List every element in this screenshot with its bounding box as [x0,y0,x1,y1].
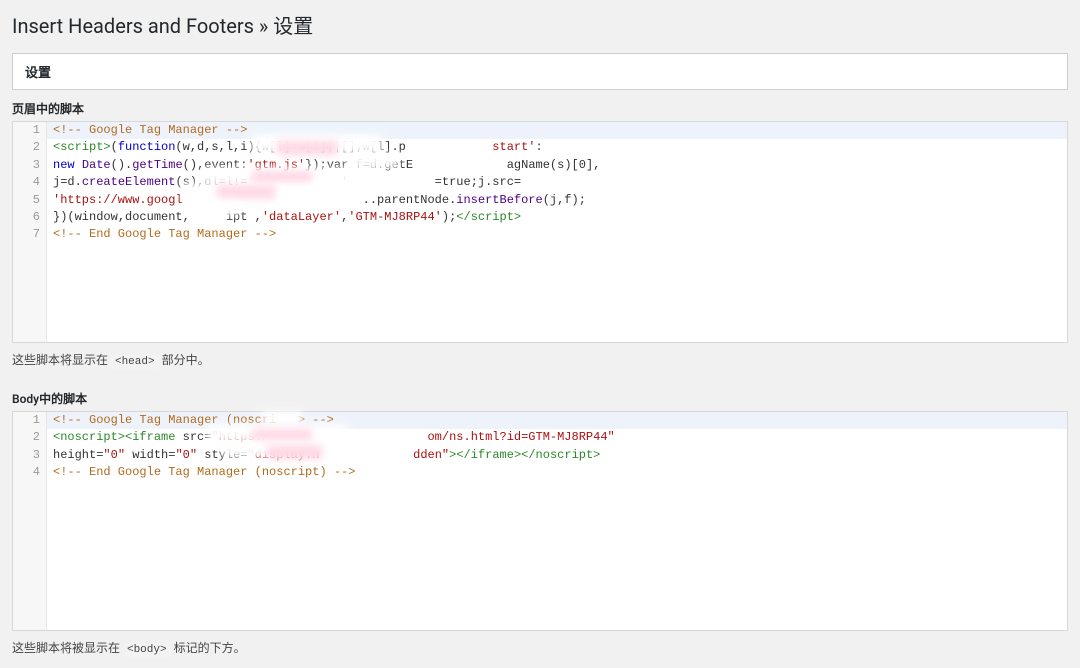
code-content[interactable]: 'https://www.googl ..parentNode.insertBe… [47,192,592,209]
line-number: 6 [13,209,47,226]
head-tag-code: <head> [111,355,159,369]
code-line[interactable]: 3height="0" width="0" style="display:n d… [13,447,1067,464]
header-scripts-label: 页眉中的脚本 [12,100,1068,121]
line-number: 1 [13,122,47,139]
code-content[interactable]: <!-- Google Tag Manager --> [47,122,253,139]
code-content[interactable]: <!-- End Google Tag Manager --> [47,226,282,243]
settings-panel: 设置 [12,53,1068,90]
help-suffix-body: 标记的下方。 [171,641,246,655]
body-scripts-editor[interactable]: 1<!-- Google Tag Manager (noscri > -->2<… [12,411,1068,632]
code-line[interactable]: 1<!-- Google Tag Manager (noscri > --> [13,412,1067,429]
code-line[interactable]: 3new Date().getTime(),event:'gtm.js'});v… [13,157,1067,174]
line-number: 3 [13,157,47,174]
line-number: 4 [13,464,47,481]
header-scripts-editor[interactable]: 1<!-- Google Tag Manager -->2<script>(fu… [12,121,1068,343]
line-number: 4 [13,174,47,191]
body-scripts-section: Body中的脚本 1<!-- Google Tag Manager (noscr… [12,380,1068,668]
code-content[interactable]: <!-- Google Tag Manager (noscri > --> [47,412,340,429]
code-line[interactable]: 5'https://www.googl ..parentNode.insertB… [13,192,1067,209]
code-content[interactable]: <noscript><iframe src="https:/ om/ns.htm… [47,429,621,446]
code-content[interactable]: height="0" width="0" style="display:n dd… [47,447,606,464]
line-number: 7 [13,226,47,243]
code-line[interactable]: 2<noscript><iframe src="https:/ om/ns.ht… [13,429,1067,446]
header-scripts-help: 这些脚本将显示在 <head> 部分中。 [12,343,1068,372]
code-line[interactable]: 6})(window,document, ipt ,'dataLayer','G… [13,209,1067,226]
code-content[interactable]: j=d.createElement(s),dl=l!=' ' =true;j.s… [47,174,527,191]
code-line[interactable]: 4j=d.createElement(s),dl=l!=' ' =true;j.… [13,174,1067,191]
line-number: 3 [13,447,47,464]
line-number: 2 [13,429,47,446]
header-scripts-section: 页眉中的脚本 1<!-- Google Tag Manager -->2<scr… [12,90,1068,380]
code-content[interactable]: })(window,document, ipt ,'dataLayer','GT… [47,209,527,226]
code-line[interactable]: 1<!-- Google Tag Manager --> [13,122,1067,139]
code-line[interactable]: 4<!-- End Google Tag Manager (noscript) … [13,464,1067,481]
body-scripts-help: 这些脚本将被显示在 <body> 标记的下方。 [12,631,1068,660]
header-scripts-editor-wrap: 1<!-- Google Tag Manager -->2<script>(fu… [12,121,1068,343]
line-number: 5 [13,192,47,209]
code-content[interactable]: new Date().getTime(),event:'gtm.js'});va… [47,157,606,174]
line-number: 2 [13,139,47,156]
body-scripts-editor-wrap: 1<!-- Google Tag Manager (noscri > -->2<… [12,411,1068,632]
page-title: Insert Headers and Footers » 设置 [12,0,1068,53]
editor-empty-area[interactable] [13,244,1067,342]
code-line[interactable]: 7<!-- End Google Tag Manager --> [13,226,1067,243]
body-tag-code: <body> [123,643,171,657]
help-suffix: 部分中。 [159,353,210,367]
help-prefix-body: 这些脚本将被显示在 [12,641,123,655]
help-prefix: 这些脚本将显示在 [12,353,111,367]
code-content[interactable]: <script>(function(w,d,s,l,i){w[l]=w[l]||… [47,139,549,156]
panel-heading: 设置 [13,54,1067,89]
editor-empty-area[interactable] [13,481,1067,630]
code-content[interactable]: <!-- End Google Tag Manager (noscript) -… [47,464,361,481]
code-line[interactable]: 2<script>(function(w,d,s,l,i){w[l]=w[l]|… [13,139,1067,156]
line-number: 1 [13,412,47,429]
body-scripts-label: Body中的脚本 [12,390,1068,411]
